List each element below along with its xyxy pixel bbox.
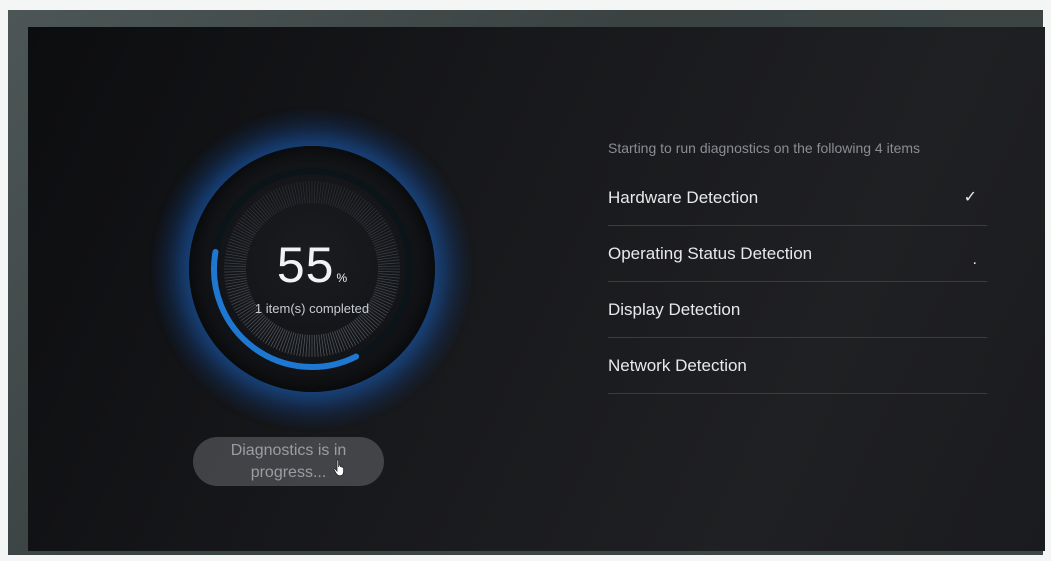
dial-tick <box>287 184 295 206</box>
dial-tick <box>237 222 257 235</box>
dial-tick <box>242 214 261 229</box>
diagnostic-item-operating-status[interactable]: Operating Status Detection . <box>608 226 987 282</box>
dial-tick <box>348 195 362 215</box>
item-label: Operating Status Detection <box>608 244 813 263</box>
dial-tick <box>329 184 337 206</box>
dial-tick <box>318 334 322 357</box>
diagnostics-intro: Starting to run diagnostics on the follo… <box>608 140 921 156</box>
dial-tick <box>346 194 359 214</box>
diagnostic-item-hardware[interactable]: Hardware Detection ✓ <box>608 170 987 226</box>
dial-tick <box>259 197 274 216</box>
dial-tick <box>316 334 319 357</box>
completed-count: 1 item(s) completed <box>254 301 370 316</box>
dial-tick <box>262 323 276 343</box>
loading-dot-icon: . <box>972 251 977 268</box>
dial-tick <box>257 199 272 218</box>
dial-tick <box>350 322 365 341</box>
dial-tick <box>240 216 259 231</box>
dial-tick <box>290 332 297 355</box>
dial-tick <box>305 334 308 357</box>
dial-tick <box>313 181 316 204</box>
dial-tick <box>265 194 278 214</box>
percent-value: 55 <box>276 237 335 293</box>
checkmark-icon: ✓ <box>963 189 977 206</box>
dial-tick <box>302 334 306 357</box>
dial-tick <box>265 324 278 344</box>
dial-tick <box>366 219 386 233</box>
dial-tick <box>257 320 272 339</box>
diagnostic-item-network[interactable]: Network Detection <box>608 338 987 394</box>
diagnostics-screen: 55% 1 item(s) completed Diagnostics is i… <box>28 27 1045 551</box>
percent-readout: 55% <box>152 236 472 294</box>
dial-tick <box>327 332 334 355</box>
dial-tick <box>348 323 362 343</box>
dial-tick <box>363 214 382 229</box>
dial-tick <box>316 181 319 204</box>
item-label: Hardware Detection <box>608 188 759 207</box>
percent-sign: % <box>336 271 348 285</box>
dial-tick <box>259 322 274 341</box>
dial-tick <box>305 181 308 204</box>
dial-tick <box>302 181 306 204</box>
dial-tick <box>267 325 280 346</box>
dial-tick <box>318 181 322 204</box>
dial-tick <box>238 219 258 233</box>
dial-tick <box>344 325 357 346</box>
dial-tick <box>235 224 256 237</box>
dial-tick <box>290 183 297 206</box>
progress-dial: 55% 1 item(s) completed <box>152 109 472 429</box>
dial-tick <box>368 224 389 237</box>
dial-tick <box>352 199 367 218</box>
dial-tick <box>346 324 359 344</box>
dial-tick <box>344 192 357 213</box>
dial-tick <box>262 195 276 215</box>
dial-tick <box>367 222 387 235</box>
dial-tick <box>308 181 311 204</box>
item-label: Display Detection <box>608 300 741 319</box>
dial-tick <box>365 216 384 231</box>
hand-cursor-icon <box>333 459 344 477</box>
item-label: Network Detection <box>608 356 747 375</box>
dial-tick <box>350 197 365 216</box>
dial-tick <box>308 334 311 357</box>
dial-tick <box>327 183 334 206</box>
dial-tick <box>267 192 280 213</box>
dial-tick <box>313 334 316 357</box>
diagnostics-status-button[interactable]: Diagnostics is in progress... <box>193 437 384 486</box>
diagnostic-item-display[interactable]: Display Detection <box>608 282 987 338</box>
dial-tick <box>352 320 367 339</box>
